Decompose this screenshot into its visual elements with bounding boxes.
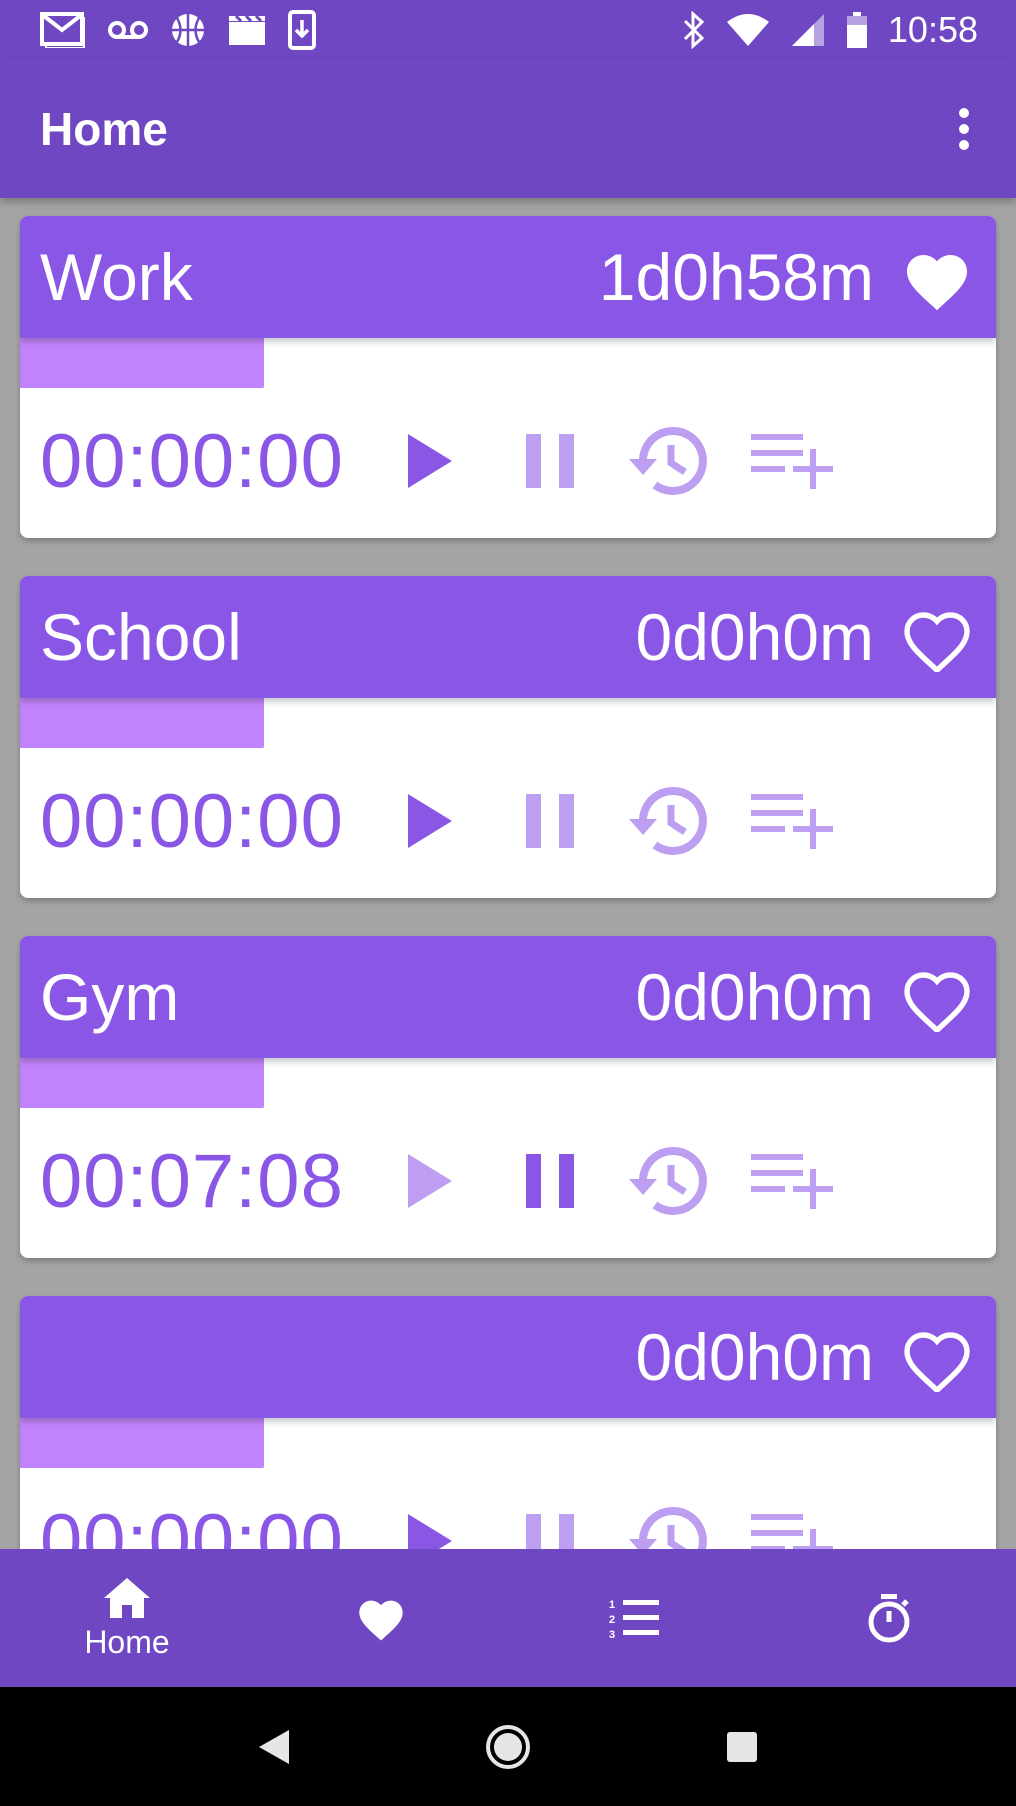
add-entry-button[interactable] — [742, 1496, 842, 1549]
play-icon — [408, 1154, 452, 1208]
recents-icon[interactable] — [725, 1730, 759, 1764]
gmail-icon — [40, 12, 85, 48]
numbered-list-icon: 1 2 3 — [609, 1599, 659, 1640]
bluetooth-icon — [683, 11, 705, 49]
activity-timer: 00:07:08 — [40, 1139, 344, 1224]
nav-home[interactable]: Home — [0, 1549, 254, 1687]
favorite-heart-icon[interactable] — [900, 246, 974, 312]
activity-total-time: 1d0h58m — [598, 240, 874, 314]
overflow-menu-button[interactable] — [942, 99, 986, 159]
app-bar: Home — [0, 60, 1016, 198]
activity-card[interactable]: Work 1d0h58m 00:00:00 — [20, 216, 996, 538]
svg-text:2: 2 — [609, 1614, 615, 1626]
history-icon — [629, 426, 707, 495]
pause-button[interactable] — [510, 1136, 590, 1226]
card-header: Gym 0d0h0m — [20, 936, 996, 1058]
svg-text:1: 1 — [609, 1599, 615, 1611]
back-icon[interactable] — [257, 1728, 291, 1766]
pause-icon — [526, 434, 574, 488]
play-button[interactable] — [390, 776, 470, 866]
stopwatch-icon — [868, 1594, 910, 1643]
play-icon — [408, 434, 452, 488]
activity-timer: 00:00:00 — [40, 779, 344, 864]
add-entry-button[interactable] — [742, 1136, 842, 1226]
playlist-add-icon — [751, 434, 833, 489]
reset-history-button[interactable] — [615, 1136, 715, 1226]
history-icon — [629, 1506, 707, 1549]
bottom-navigation: Home 1 2 3 — [0, 1549, 1016, 1687]
wifi-icon — [726, 14, 769, 46]
playlist-add-icon — [751, 794, 833, 849]
pause-button[interactable] — [510, 416, 590, 506]
activity-timer: 00:00:00 — [40, 419, 344, 504]
activity-card[interactable]: 0d0h0m 00:00:00 — [20, 1296, 996, 1549]
status-bar: 10:58 — [0, 0, 1016, 60]
activity-name: School — [40, 600, 242, 674]
card-header: 0d0h0m — [20, 1296, 996, 1418]
play-button[interactable] — [390, 1496, 470, 1549]
battery-icon — [846, 12, 867, 48]
pause-icon — [526, 1154, 574, 1208]
history-icon — [629, 786, 707, 855]
nav-home-label: Home — [84, 1623, 170, 1660]
activity-card[interactable]: Gym 0d0h0m 00:07:08 — [20, 936, 996, 1258]
basketball-icon — [172, 14, 204, 46]
system-navigation-bar — [0, 1687, 1016, 1806]
activity-name: Gym — [40, 960, 180, 1034]
home-icon — [104, 1577, 150, 1618]
pause-button[interactable] — [510, 776, 590, 866]
favorite-heart-icon[interactable] — [900, 606, 974, 672]
activity-total-time: 0d0h0m — [635, 600, 874, 674]
activity-total-time: 0d0h0m — [635, 960, 874, 1034]
playlist-add-icon — [751, 1514, 833, 1549]
more-vert-icon — [959, 108, 969, 150]
system-status: 10:58 — [682, 9, 978, 51]
pause-button[interactable] — [510, 1496, 590, 1549]
activity-card[interactable]: School 0d0h0m 00:00:00 — [20, 576, 996, 898]
svg-text:3: 3 — [609, 1629, 615, 1640]
nav-list[interactable]: 1 2 3 — [508, 1549, 762, 1687]
card-header: Work 1d0h58m — [20, 216, 996, 338]
add-entry-button[interactable] — [742, 416, 842, 506]
page-title: Home — [40, 103, 168, 155]
play-button[interactable] — [390, 1136, 470, 1226]
nav-timer[interactable] — [762, 1549, 1016, 1687]
status-time: 10:58 — [887, 9, 978, 50]
heart-icon — [359, 1600, 403, 1641]
pause-icon — [526, 1514, 574, 1549]
favorite-heart-icon[interactable] — [900, 1326, 974, 1392]
history-icon — [629, 1146, 707, 1215]
notification-icons — [40, 10, 316, 50]
activity-total-time: 0d0h0m — [635, 1320, 874, 1394]
reset-history-button[interactable] — [615, 776, 715, 866]
movie-icon — [229, 14, 265, 45]
play-icon — [408, 1514, 452, 1549]
voicemail-icon — [108, 21, 148, 39]
nav-favorites[interactable] — [254, 1549, 508, 1687]
progress-bar — [20, 1418, 264, 1468]
playlist-add-icon — [751, 1154, 833, 1209]
activity-name: Work — [40, 240, 193, 314]
cell-signal-icon — [791, 14, 824, 46]
activity-list[interactable]: Work 1d0h58m 00:00:00 School 0d0h0m 00:00:00 G… — [0, 198, 1016, 1549]
progress-bar — [20, 1058, 264, 1108]
activity-timer: 00:00:00 — [40, 1499, 344, 1550]
pause-icon — [526, 794, 574, 848]
download-icon — [288, 10, 316, 50]
card-header: School 0d0h0m — [20, 576, 996, 698]
favorite-heart-icon[interactable] — [900, 966, 974, 1032]
app-root: 10:58 Home Work 1d0h58m 00:00:00 School 0d0h… — [0, 0, 1016, 1806]
add-entry-button[interactable] — [742, 776, 842, 866]
play-button[interactable] — [390, 416, 470, 506]
reset-history-button[interactable] — [615, 1496, 715, 1549]
reset-history-button[interactable] — [615, 416, 715, 506]
progress-bar — [20, 338, 264, 388]
progress-bar — [20, 698, 264, 748]
home-circle-icon[interactable] — [484, 1723, 532, 1771]
play-icon — [408, 794, 452, 848]
